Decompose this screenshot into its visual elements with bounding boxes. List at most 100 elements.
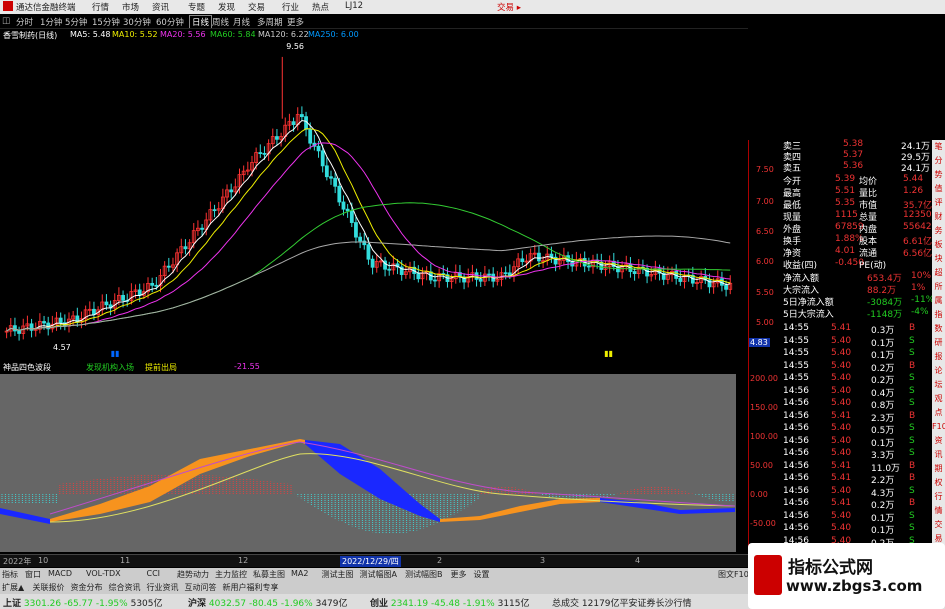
sidebar-item[interactable]: 属: [932, 294, 945, 308]
indicator-tab[interactable]: 测试主图: [322, 569, 354, 580]
indicator-tab[interactable]: 主力监控: [215, 569, 247, 580]
date-tick: 11: [120, 556, 131, 565]
sidebar-item[interactable]: 值: [932, 182, 945, 196]
f10-button[interactable]: 图文F10: [718, 569, 749, 580]
low-price-label: 4.57: [53, 343, 71, 352]
candle-body: [329, 176, 333, 179]
index-hushen[interactable]: 沪深 4032.57 -80.45 -1.96% 3479亿: [188, 596, 348, 609]
sidebar-item[interactable]: 指: [932, 308, 945, 322]
sidebar-item[interactable]: 论: [932, 364, 945, 378]
sidebar-item[interactable]: 分: [932, 154, 945, 168]
sidebar-item[interactable]: 交: [932, 518, 945, 532]
indicator-tab[interactable]: 窗口: [25, 569, 41, 580]
sidebar-item[interactable]: 情: [932, 504, 945, 518]
indicator-name[interactable]: 神品四色波段: [3, 362, 51, 373]
watermark-logo-icon: [754, 555, 782, 595]
extension-tab[interactable]: 资金分布: [71, 582, 103, 593]
tab-15min[interactable]: 15分钟: [92, 16, 120, 28]
sidebar-item[interactable]: 势: [932, 168, 945, 182]
marker-icon: ▮▮: [111, 349, 120, 358]
menu-trade[interactable]: 交易: [248, 1, 265, 13]
sidebar-item[interactable]: 报: [932, 350, 945, 364]
sidebar-item[interactable]: 财: [932, 210, 945, 224]
candle-body: [92, 308, 96, 315]
tab-daily[interactable]: 日线: [189, 15, 213, 29]
sidebar-item[interactable]: 块: [932, 252, 945, 266]
menu-news[interactable]: 资讯: [152, 1, 169, 13]
extension-tab[interactable]: 关联报价: [33, 582, 65, 593]
index-shanghai[interactable]: 上证 3301.26 -65.77 -1.95% 5305亿: [3, 596, 163, 609]
candle-body: [229, 189, 234, 193]
sidebar-item[interactable]: 所: [932, 280, 945, 294]
band-up: [440, 498, 600, 522]
sidebar-item[interactable]: 板: [932, 238, 945, 252]
menu-industry[interactable]: 行业: [282, 1, 299, 13]
menu-hot[interactable]: 热点: [312, 1, 329, 13]
indicator-tab[interactable]: 测试幅图A: [360, 569, 397, 580]
candle-body: [291, 121, 296, 126]
menu-topics[interactable]: 专题: [188, 1, 205, 13]
extension-tab[interactable]: 扩展▲: [2, 582, 24, 593]
indicator-tab[interactable]: 指标: [2, 569, 18, 580]
candle-body: [13, 325, 17, 332]
indicator-tab[interactable]: 更多: [451, 569, 467, 580]
sidebar-item[interactable]: 资: [932, 434, 945, 448]
tab-multi-period[interactable]: 多周期: [257, 16, 283, 28]
date-tick: 3: [540, 556, 546, 565]
sidebar-item[interactable]: 务: [932, 224, 945, 238]
sidebar-item[interactable]: 评: [932, 196, 945, 210]
sidebar-item[interactable]: 期: [932, 462, 945, 476]
candle-body: [537, 252, 541, 262]
tab-more[interactable]: 更多: [287, 16, 304, 28]
indicator-tab[interactable]: MACD: [48, 569, 72, 578]
sidebar-item[interactable]: 数: [932, 322, 945, 336]
menu-quote[interactable]: 行情: [92, 1, 109, 13]
ask-row: 卖五 5.36 24.1万: [783, 161, 931, 174]
indicator-tab[interactable]: 测试幅图B: [405, 569, 443, 580]
indicator-tab[interactable]: MA2: [291, 569, 308, 578]
tab-60min[interactable]: 60分钟: [156, 16, 184, 28]
tab-weekly[interactable]: 周线: [212, 16, 229, 28]
tab-1min[interactable]: 1分钟: [40, 16, 62, 28]
sidebar-item[interactable]: 超: [932, 266, 945, 280]
sidebar-item[interactable]: 研: [932, 336, 945, 350]
sidebar-item[interactable]: F10: [932, 420, 945, 434]
tab-toggle-icon[interactable]: ◫: [2, 16, 10, 26]
sidebar-item[interactable]: 坛: [932, 378, 945, 392]
tab-monthly[interactable]: 月线: [233, 16, 250, 28]
sidebar-item[interactable]: 权: [932, 476, 945, 490]
sidebar-item[interactable]: 笔: [932, 140, 945, 154]
candle-body: [474, 272, 479, 280]
candle-body: [478, 278, 483, 282]
menu-market[interactable]: 市场: [122, 1, 139, 13]
candle-body: [678, 278, 683, 282]
extension-tab[interactable]: 新用户福利专享: [223, 582, 279, 593]
oscillator-band: [0, 439, 735, 524]
extension-tab[interactable]: 互动问答: [185, 582, 217, 593]
sidebar-item[interactable]: 观: [932, 392, 945, 406]
indicator-tab[interactable]: 设置: [474, 569, 490, 580]
candle-body: [632, 271, 637, 274]
kline-chart[interactable]: 9.56 4.57 ▮▮ ▮▮: [0, 28, 748, 358]
sidebar-item[interactable]: 点: [932, 406, 945, 420]
trade-button[interactable]: 交易 ▸: [497, 1, 521, 13]
oscillator-chart[interactable]: [0, 374, 736, 552]
extension-tab[interactable]: 行业资讯: [147, 582, 179, 593]
indicator-tab[interactable]: 趋势动力: [177, 569, 209, 580]
index-chinext[interactable]: 创业 2341.19 -45.48 -1.91% 3115亿: [370, 596, 530, 609]
tab-5min[interactable]: 5分钟: [65, 16, 87, 28]
band-up: [50, 439, 305, 522]
date-tick: 4: [635, 556, 641, 565]
extension-tab[interactable]: 综合资讯: [109, 582, 141, 593]
candle-body: [121, 294, 125, 301]
indicator-tab[interactable]: 私募主图: [253, 569, 285, 580]
tab-30min[interactable]: 30分钟: [123, 16, 151, 28]
indicator-tab[interactable]: CCI: [147, 569, 161, 578]
sidebar-item[interactable]: 讯: [932, 448, 945, 462]
candle-body: [416, 273, 421, 280]
indicator-tab[interactable]: VOL-TDX: [86, 569, 121, 578]
menu-lj12[interactable]: LJ12: [345, 1, 363, 11]
sidebar-item[interactable]: 行: [932, 490, 945, 504]
tab-minute-chart[interactable]: 分时: [16, 16, 33, 28]
menu-discover[interactable]: 发现: [218, 1, 235, 13]
